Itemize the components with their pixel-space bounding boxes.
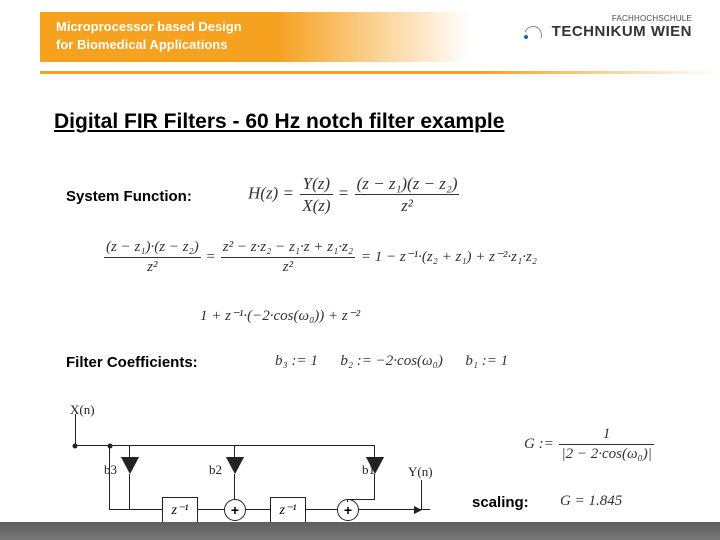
equation-simplified: 1 + z⁻¹·(−2·cos(ω₀)) + z⁻²: [200, 306, 360, 325]
eq-H-rhs-den: z²: [355, 194, 460, 214]
sum-2: +: [337, 499, 359, 521]
slide: Microprocessor based Design for Biomedic…: [0, 0, 720, 540]
eq-H-mid-num: Y(z): [300, 175, 332, 194]
equation-G: G := 1 |2 − 2·cos(ω₀)|: [524, 427, 656, 462]
diagram-label-b1: b1: [362, 462, 375, 478]
course-title-band: Microprocessor based Design for Biomedic…: [40, 12, 470, 62]
eq-H-rhs-num: (z − z₁)(z − z₂): [355, 175, 460, 194]
course-title-line2: for Biomedical Applications: [56, 37, 227, 52]
eq-b3: b₃ := 1: [275, 353, 318, 369]
eq-G-num: 1: [559, 427, 653, 444]
diagram-label-x: X(n): [70, 402, 95, 418]
logo-icon: [524, 26, 540, 42]
eq-expand-rhs: = 1 − z⁻¹·(z₂ + z₁) + z⁻²·z₁·z₂: [361, 249, 537, 265]
header: Microprocessor based Design for Biomedic…: [0, 0, 720, 74]
equation-H: H(z) = Y(z) X(z) = (z − z₁)(z − z₂) z²: [248, 175, 461, 214]
label-filter-coefficients: Filter Coefficients:: [66, 354, 198, 371]
page-title: Digital FIR Filters - 60 Hz notch filter…: [54, 110, 504, 134]
course-title-line1: Microprocessor based Design: [56, 19, 242, 34]
eq-expand-mid-d: z²: [221, 257, 355, 275]
eq-b1: b₁ := 1: [465, 353, 508, 369]
logo-small-text: FACHHOCHSCHULE: [542, 14, 692, 23]
diagram-label-y: Y(n): [408, 464, 433, 480]
footer-bar: [0, 522, 720, 540]
eq-H-lhs: H(z) =: [248, 183, 294, 202]
eq-G-den: |2 − 2·cos(ω₀)|: [559, 444, 653, 462]
sum-1: +: [224, 499, 246, 521]
eq-expand-lhs-d: z²: [104, 257, 201, 275]
delay-z2: z⁻¹: [270, 497, 306, 523]
equation-coefficients: b₃ := 1 b₂ := −2·cos(ω₀) b₁ := 1: [275, 353, 508, 370]
eq-H-mid-den: X(z): [300, 194, 332, 214]
equation-expand: (z − z₁)·(z − z₂) z² = z² − z·z₂ − z₁·z …: [102, 240, 537, 275]
diagram-label-b2: b2: [209, 462, 222, 478]
label-scaling: scaling:: [472, 494, 529, 511]
university-logo: FACHHOCHSCHULE TECHNIKUM WIEN: [542, 14, 692, 62]
gain-b2-icon: [226, 458, 244, 474]
delay-z1: z⁻¹: [162, 497, 198, 523]
label-system-function: System Function:: [66, 188, 192, 205]
diagram-label-b3: b3: [104, 462, 117, 478]
eq-b2: b₂ := −2·cos(ω₀): [340, 353, 443, 369]
eq-G-lhs: G :=: [524, 436, 554, 452]
equation-G-value: G = 1.845: [560, 493, 622, 510]
header-rule: [40, 71, 720, 74]
eq-expand-lhs-n: (z − z₁)·(z − z₂): [104, 240, 201, 257]
block-diagram: X(n) b3 z⁻¹ + b2 z⁻¹ +: [70, 402, 440, 530]
gain-b3-icon: [121, 458, 139, 474]
eq-expand-mid-n: z² − z·z₂ − z₁·z + z₁·z₂: [221, 240, 355, 257]
logo-big-text: TECHNIKUM WIEN: [542, 23, 692, 40]
